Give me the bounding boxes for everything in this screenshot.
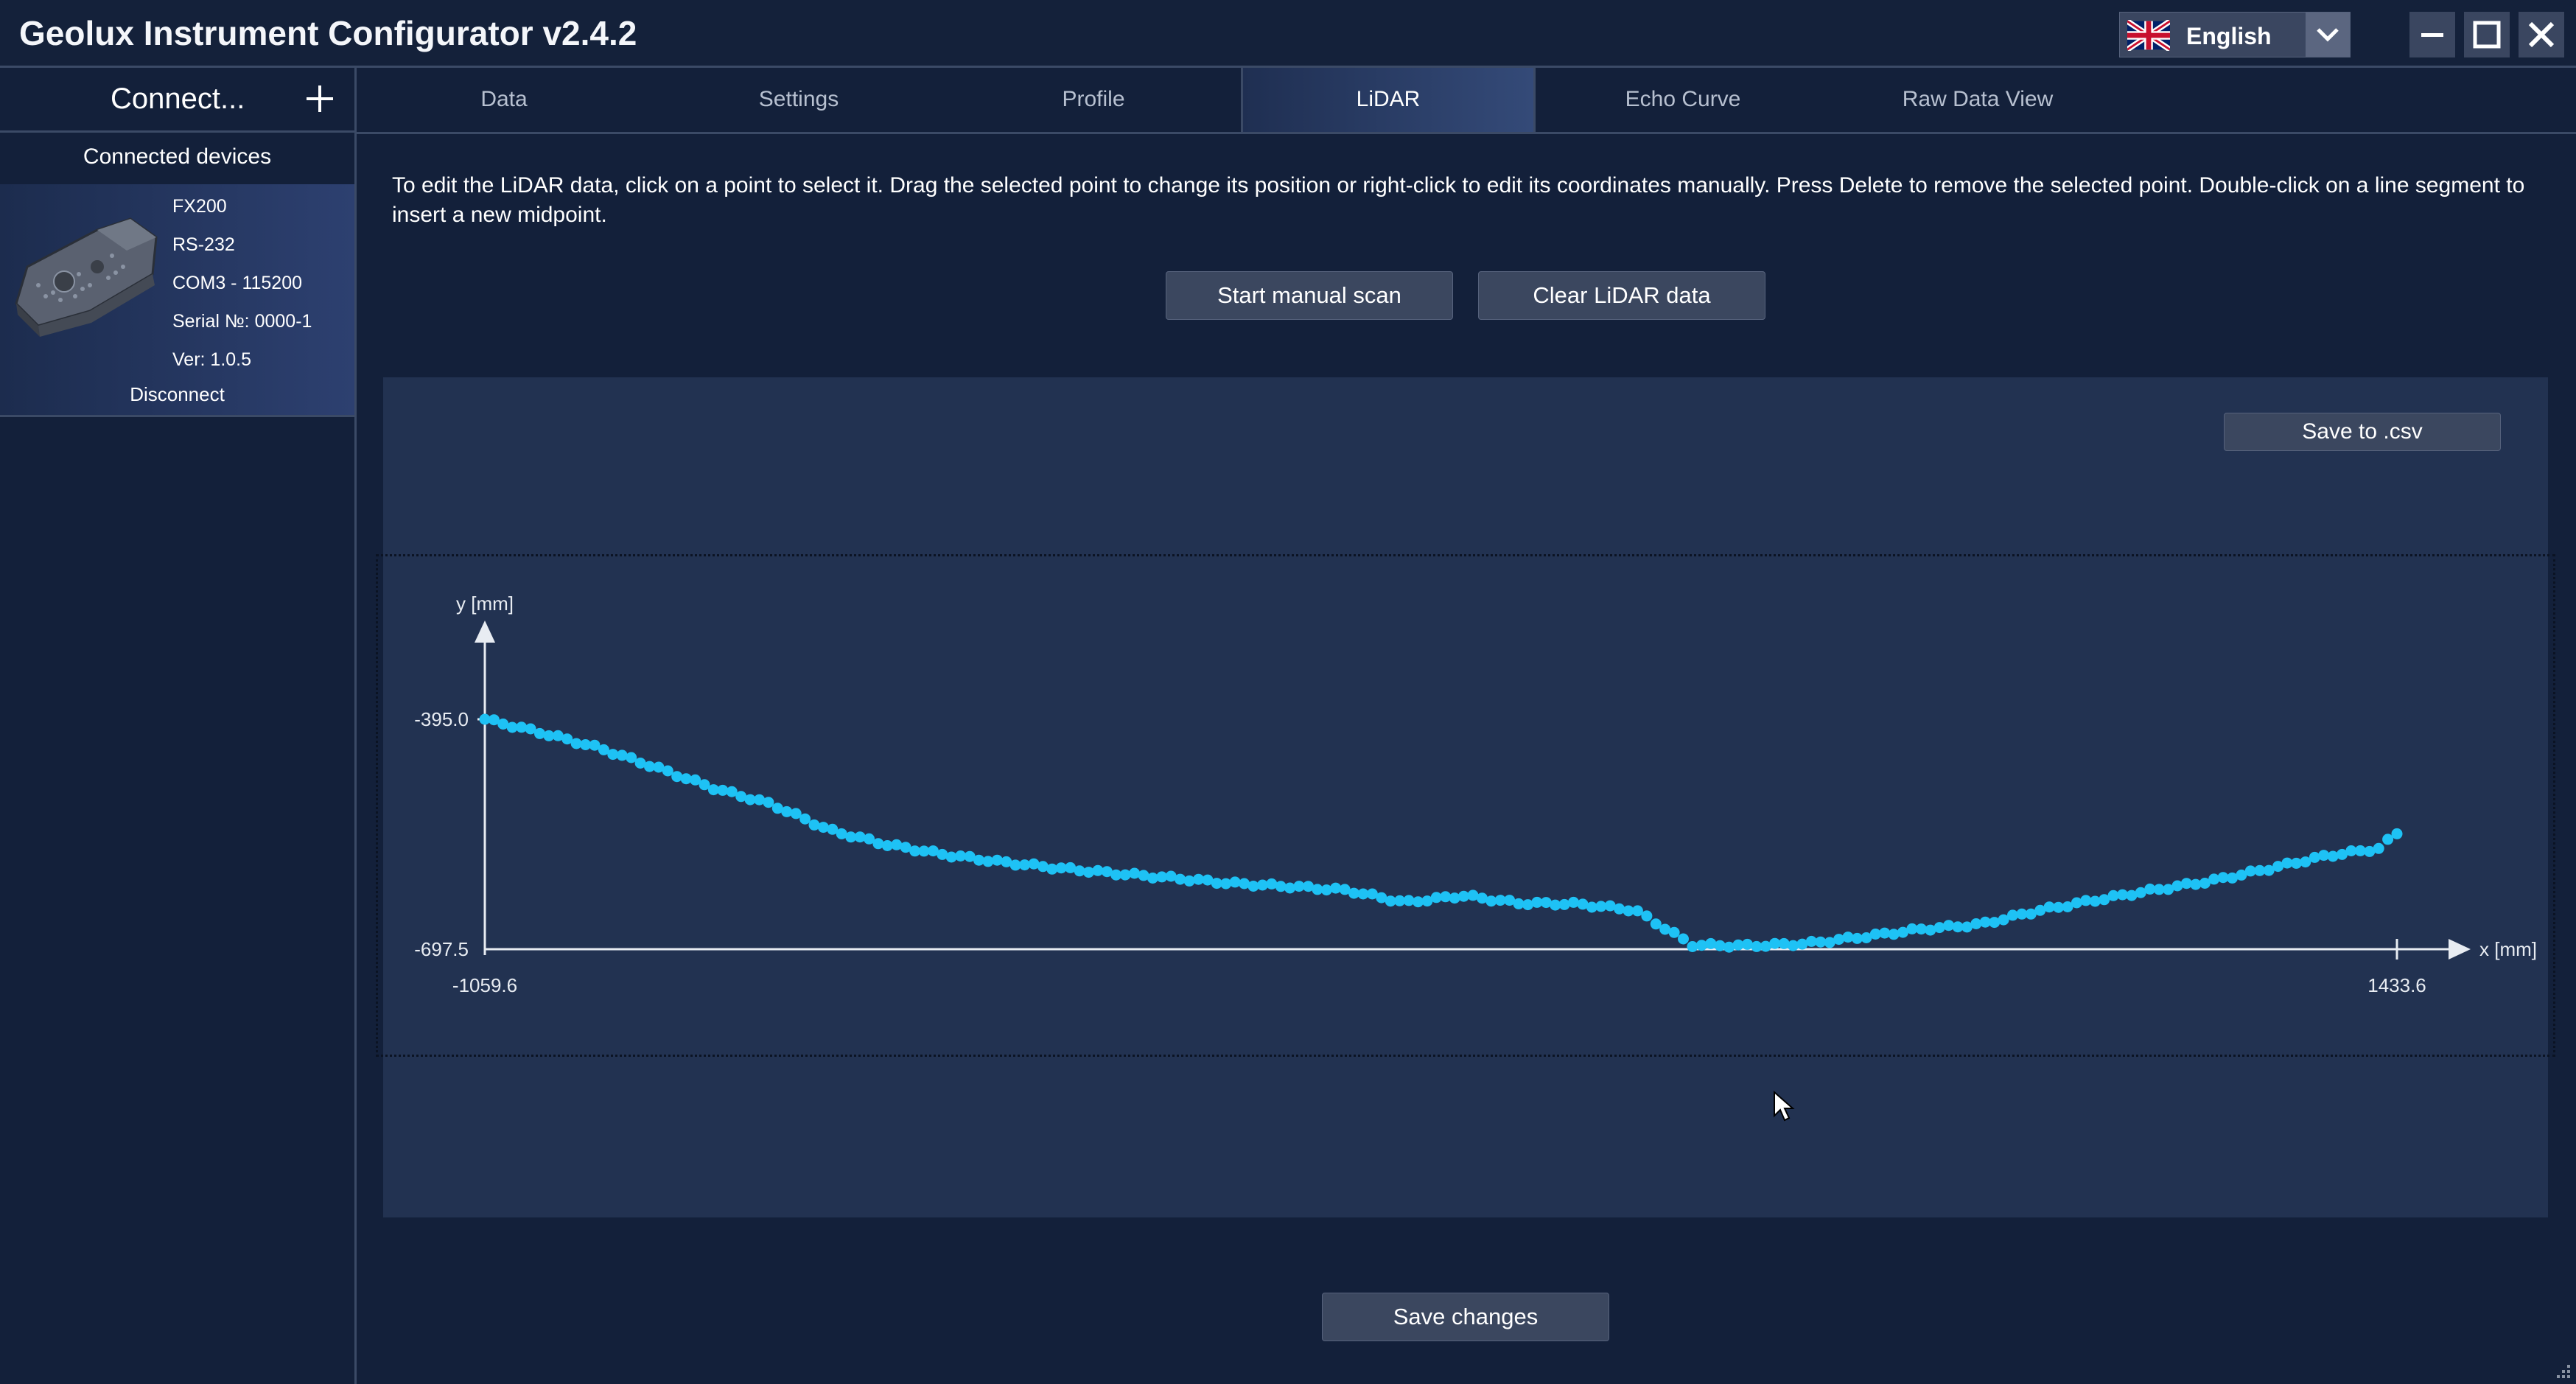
lidar-point[interactable]: [1119, 869, 1131, 881]
sidebar: Connect... Connected devices FX200 RS-23…: [0, 68, 357, 1384]
lidar-point[interactable]: [1668, 926, 1680, 938]
connect-label: Connect...: [111, 83, 245, 115]
lidar-point[interactable]: [616, 749, 628, 761]
connect-button[interactable]: Connect...: [0, 68, 354, 133]
lidar-point[interactable]: [1229, 876, 1241, 888]
minimize-icon: [2421, 33, 2443, 37]
lidar-point[interactable]: [1449, 892, 1460, 904]
lidar-point[interactable]: [1320, 884, 1332, 896]
start-manual-scan-button[interactable]: Start manual scan: [1166, 271, 1453, 320]
lidar-point[interactable]: [1284, 882, 1296, 894]
device-version: Ver: 1.0.5: [172, 349, 252, 370]
tab-settings[interactable]: Settings: [651, 68, 946, 132]
lidar-point[interactable]: [1705, 937, 1717, 949]
lidar-point[interactable]: [662, 765, 673, 777]
maximize-icon: [2473, 21, 2501, 49]
lidar-point[interactable]: [872, 838, 884, 850]
device-card[interactable]: FX200 RS-232 COM3 - 115200 Serial №: 000…: [0, 184, 354, 417]
maximize-button[interactable]: [2464, 12, 2510, 57]
lidar-point[interactable]: [2309, 851, 2320, 863]
lidar-point[interactable]: [1778, 937, 1790, 949]
uk-flag-icon: [2127, 20, 2170, 51]
lidar-point[interactable]: [1129, 867, 1141, 879]
save-to-csv-button[interactable]: Save to .csv: [2224, 413, 2501, 451]
tab-lidar[interactable]: LiDAR: [1241, 68, 1536, 132]
tab-raw-data-view[interactable]: Raw Data View: [1830, 68, 2125, 132]
save-changes-button[interactable]: Save changes: [1322, 1293, 1609, 1341]
disconnect-button[interactable]: Disconnect: [0, 383, 354, 406]
title-bar: Geolux Instrument Configurator v2.4.2 En…: [0, 0, 2576, 68]
y-axis-label: y [mm]: [456, 593, 514, 615]
lidar-chart[interactable]: y [mm] x [mm] -395.0 -697.5 -1059.6 1433.6: [376, 554, 2555, 1057]
lidar-point[interactable]: [1741, 938, 1753, 950]
tab-data[interactable]: Data: [357, 68, 651, 132]
lidar-point[interactable]: [817, 822, 829, 833]
tab-bar: Data Settings Profile LiDAR Echo Curve R…: [357, 68, 2576, 134]
clear-lidar-data-button[interactable]: Clear LiDAR data: [1478, 271, 1765, 320]
lidar-point[interactable]: [1083, 867, 1094, 878]
connected-devices-heading: Connected devices: [83, 144, 272, 169]
device-interface: RS-232: [172, 234, 235, 255]
chevron-down-icon[interactable]: [2306, 13, 2350, 57]
lidar-point[interactable]: [763, 797, 774, 808]
x-tick-label: -1059.6: [452, 974, 517, 996]
lidar-point[interactable]: [1641, 910, 1653, 922]
y-tick-label: -697.5: [414, 938, 469, 960]
minimize-button[interactable]: [2409, 12, 2455, 57]
lidar-point[interactable]: [1970, 918, 1982, 929]
device-model: FX200: [172, 196, 227, 217]
tab-profile[interactable]: Profile: [946, 68, 1241, 132]
lidar-point[interactable]: [1568, 896, 1579, 908]
language-select[interactable]: English: [2119, 12, 2351, 57]
lidar-plot[interactable]: y [mm] x [mm] -395.0 -697.5 -1059.6 1433.6: [378, 556, 2553, 1055]
lidar-point[interactable]: [2373, 842, 2384, 854]
lidar-point[interactable]: [2391, 828, 2403, 839]
x-axis-arrow-icon: [2449, 939, 2471, 960]
lidar-point[interactable]: [799, 813, 811, 825]
lidar-point[interactable]: [1933, 922, 1945, 934]
x-tick-label: 1433.6: [2367, 974, 2426, 996]
mouse-cursor-icon: [1774, 1091, 1795, 1122]
close-button[interactable]: [2519, 12, 2564, 57]
lidar-point[interactable]: [1614, 903, 1625, 915]
lidar-point[interactable]: [2327, 850, 2339, 862]
lidar-point[interactable]: [854, 831, 866, 843]
lidar-point[interactable]: [781, 805, 793, 817]
device-serial: Serial №: 0000-1: [172, 311, 312, 332]
device-port: COM3 - 115200: [172, 273, 303, 293]
lidar-instructions: To edit the LiDAR data, click on a point…: [392, 173, 2525, 227]
language-label: English: [2186, 23, 2272, 49]
app-title: Geolux Instrument Configurator v2.4.2: [19, 14, 637, 52]
x-axis-label: x [mm]: [2479, 938, 2537, 960]
tab-echo-curve[interactable]: Echo Curve: [1536, 68, 1830, 132]
lidar-point[interactable]: [1888, 929, 1900, 940]
device-image: [15, 217, 158, 337]
y-axis-arrow-icon: [475, 621, 495, 643]
lidar-point[interactable]: [671, 771, 683, 783]
lidar-point[interactable]: [1695, 940, 1707, 951]
close-icon: [2528, 21, 2555, 48]
y-tick-label: -395.0: [414, 708, 469, 730]
resize-grip-icon[interactable]: [2549, 1357, 2572, 1380]
plus-icon[interactable]: [304, 83, 336, 115]
lidar-point[interactable]: [1678, 933, 1689, 945]
lidar-point[interactable]: [1175, 873, 1186, 885]
